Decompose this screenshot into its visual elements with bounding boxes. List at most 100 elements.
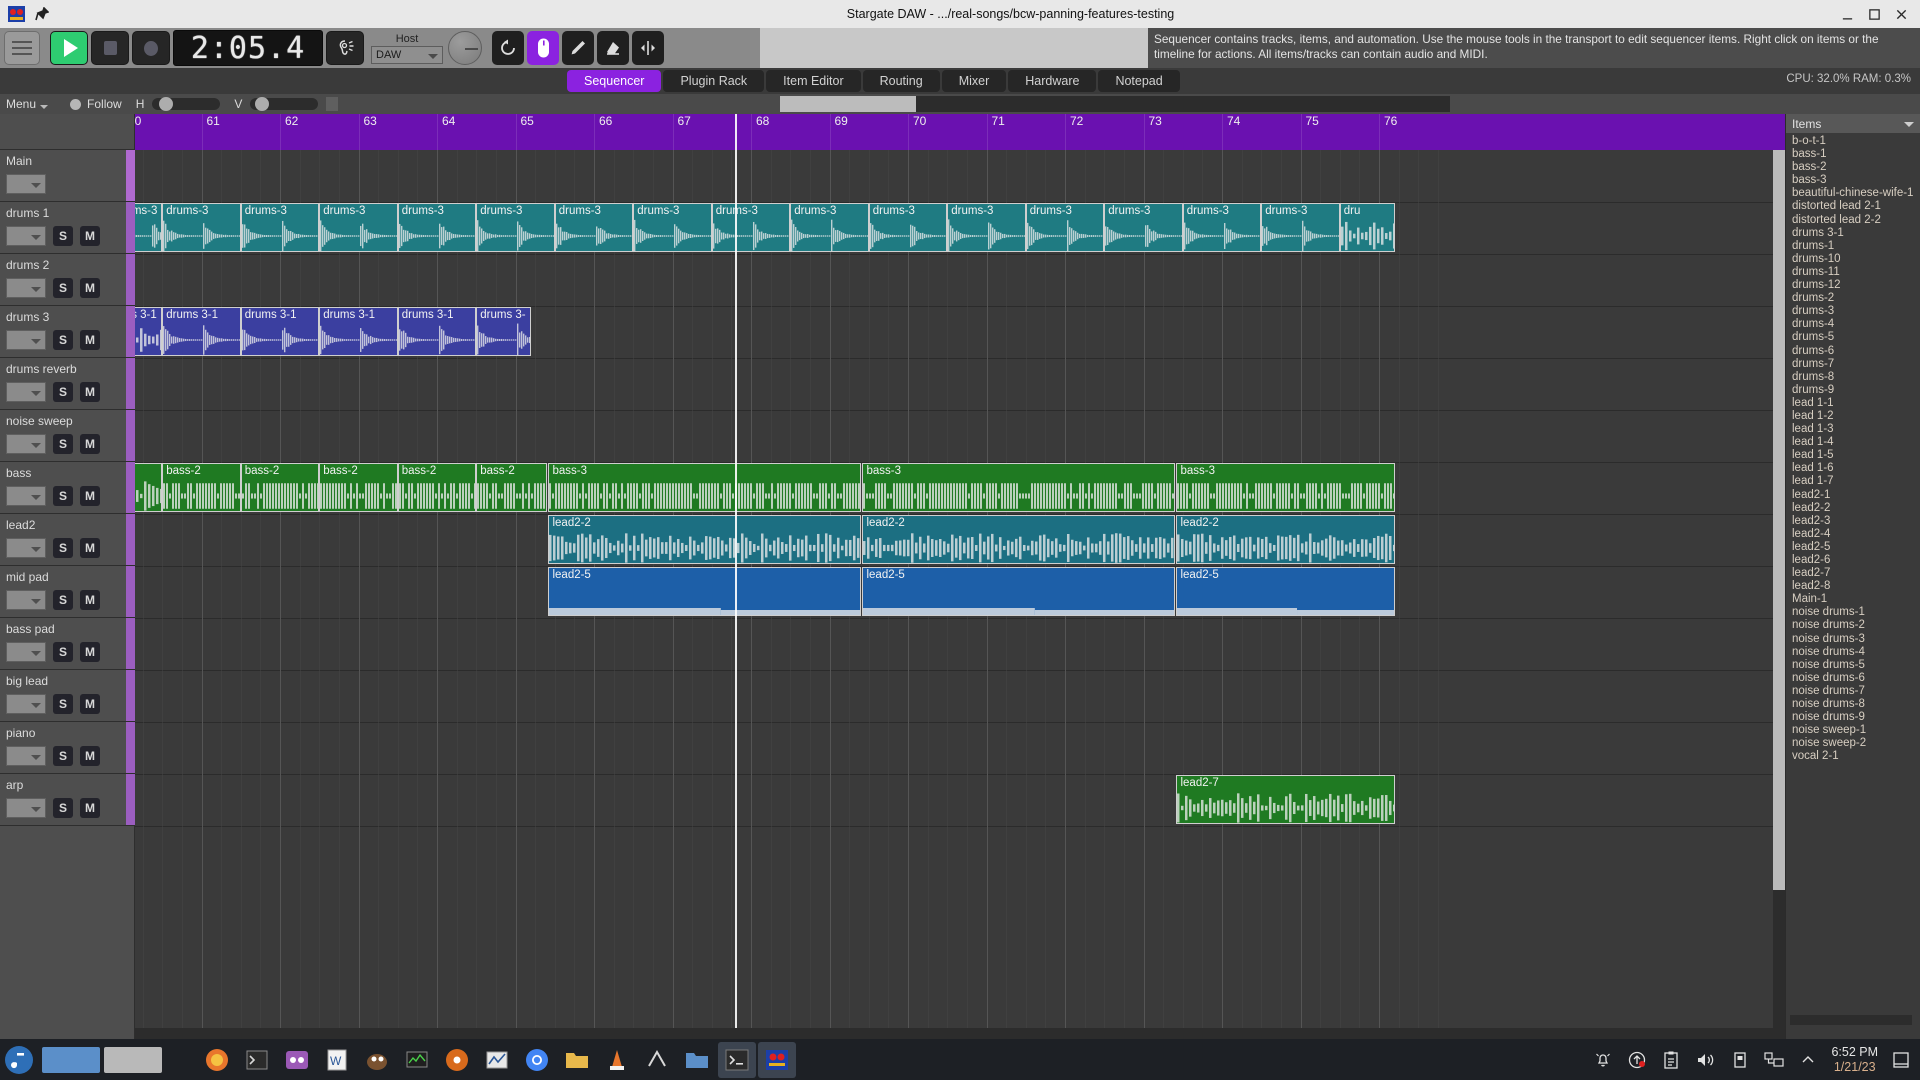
sequencer-clip[interactable]: s-2 xyxy=(135,463,163,512)
items-list-item[interactable]: drums-10 xyxy=(1792,253,1920,266)
track-header[interactable]: drums 1SM xyxy=(0,202,135,254)
items-list-item[interactable]: noise drums-2 xyxy=(1792,619,1920,632)
sequencer-hscrollbar[interactable] xyxy=(135,1028,1785,1039)
gimp-icon[interactable] xyxy=(358,1042,396,1078)
h-zoom-handle[interactable] xyxy=(158,97,173,111)
items-list-item[interactable]: bass-2 xyxy=(1792,161,1920,174)
track-color-strip[interactable] xyxy=(126,722,135,773)
items-list-item[interactable]: drums-2 xyxy=(1792,292,1920,305)
file-manager-icon[interactable] xyxy=(678,1042,716,1078)
items-list-item[interactable]: drums-7 xyxy=(1792,358,1920,371)
track-solo-button[interactable]: S xyxy=(53,382,73,402)
track-instrument-select[interactable] xyxy=(6,434,46,454)
track-instrument-select[interactable] xyxy=(6,642,46,662)
sequencer-clip[interactable]: drums-3 xyxy=(711,203,791,252)
items-list-item[interactable]: lead 1-5 xyxy=(1792,449,1920,462)
track-mute-button[interactable]: M xyxy=(80,694,100,714)
items-list-item[interactable]: lead 1-3 xyxy=(1792,423,1920,436)
time-display[interactable]: 2:05.4 xyxy=(173,30,323,66)
sequencer-clip[interactable]: drums-3 xyxy=(554,203,634,252)
sequencer-clip[interactable]: ums 3-1 xyxy=(135,307,163,356)
track-solo-button[interactable]: S xyxy=(53,746,73,766)
track-solo-button[interactable]: S xyxy=(53,434,73,454)
sequencer-clip[interactable]: lead2-2 xyxy=(548,515,861,564)
items-list-item[interactable]: lead2-8 xyxy=(1792,580,1920,593)
sequencer-clip[interactable]: bass-3 xyxy=(1176,463,1395,512)
chart-icon[interactable] xyxy=(478,1042,516,1078)
items-list-item[interactable]: noise drums-8 xyxy=(1792,698,1920,711)
track-color-strip[interactable] xyxy=(126,514,135,565)
track-mute-button[interactable]: M xyxy=(80,746,100,766)
items-list-item[interactable]: lead2-5 xyxy=(1792,541,1920,554)
timeline-bar-marker[interactable]: 73 xyxy=(1143,114,1162,150)
minimize-icon[interactable] xyxy=(1841,8,1854,21)
timeline-bar-marker[interactable]: 69 xyxy=(829,114,848,150)
sequencer-clip[interactable]: drums-3 xyxy=(790,203,869,252)
sequencer-clip[interactable]: drums 3- xyxy=(476,307,532,356)
tab-mixer[interactable]: Mixer xyxy=(941,70,1007,92)
track-header[interactable]: arp S M xyxy=(0,774,135,826)
stop-button[interactable] xyxy=(91,31,129,65)
track-color-strip[interactable] xyxy=(126,358,135,409)
sequencer-clip[interactable]: drums 3-1 xyxy=(162,307,241,356)
timeline-bar-marker[interactable]: 72 xyxy=(1065,114,1083,150)
items-scrollbar[interactable] xyxy=(1790,1015,1912,1025)
track-instrument-select[interactable] xyxy=(6,174,46,194)
folder-yellow-icon[interactable] xyxy=(558,1042,596,1078)
items-list-item[interactable]: drums-1 xyxy=(1792,240,1920,253)
sequencer-clip[interactable]: lead2-7 xyxy=(1176,775,1395,824)
track-instrument-select[interactable] xyxy=(6,694,46,714)
timeline-bar-marker[interactable]: 60 xyxy=(135,114,141,150)
track-color-strip[interactable] xyxy=(126,566,135,617)
monitor-icon[interactable] xyxy=(398,1042,436,1078)
host-select[interactable]: DAW xyxy=(371,45,443,64)
items-list-item[interactable]: drums-4 xyxy=(1792,318,1920,331)
track-color-strip[interactable] xyxy=(126,462,135,513)
update-arrow-icon[interactable] xyxy=(1627,1050,1647,1070)
show-desktop-icon[interactable] xyxy=(1892,1051,1910,1069)
timeline-bar-marker[interactable]: 62 xyxy=(280,114,298,150)
vlc-icon[interactable] xyxy=(598,1042,636,1078)
track-instrument-select[interactable] xyxy=(6,590,46,610)
sequencer-grid[interactable]: drums-3 drums-3 drums-3 drums-3 drums-3 drums… xyxy=(135,150,1785,1039)
volume-icon[interactable] xyxy=(1695,1050,1717,1070)
track-instrument-select[interactable] xyxy=(6,746,46,766)
items-list-item[interactable]: lead2-2 xyxy=(1792,502,1920,515)
sequencer-clip[interactable]: drums-3 xyxy=(162,203,241,252)
track-mute-button[interactable]: M xyxy=(80,538,100,558)
track-header[interactable]: big lead S M xyxy=(0,670,135,722)
follow-radio[interactable] xyxy=(70,98,82,110)
track-header[interactable]: mid pad S M xyxy=(0,566,135,618)
track-solo-button[interactable]: S xyxy=(53,486,73,506)
track-mute-button[interactable]: M xyxy=(80,798,100,818)
timeline-bar-marker[interactable]: 70 xyxy=(908,114,926,150)
track-solo-button[interactable]: S xyxy=(53,694,73,714)
stargate-daw-icon[interactable] xyxy=(758,1041,796,1078)
track-header[interactable]: drums 2SM xyxy=(0,254,135,306)
track-mute-button[interactable]: M xyxy=(80,226,100,246)
window-preview-2[interactable] xyxy=(104,1046,162,1073)
firefox-icon[interactable] xyxy=(198,1042,236,1078)
track-color-strip[interactable] xyxy=(126,150,135,201)
sequencer-clip[interactable]: drums-3 xyxy=(1182,203,1262,252)
track-mute-button[interactable]: M xyxy=(80,642,100,662)
split-tool-button[interactable] xyxy=(632,31,664,65)
items-panel-header[interactable]: Items xyxy=(1786,114,1920,133)
items-list-item[interactable]: bass-3 xyxy=(1792,174,1920,187)
playhead[interactable] xyxy=(735,114,738,1039)
items-list-item[interactable]: noise drums-7 xyxy=(1792,685,1920,698)
notifications-bell-icon[interactable] xyxy=(1593,1050,1613,1070)
sequencer-clip[interactable]: bass-2 xyxy=(476,463,547,512)
toolbar-square-button[interactable] xyxy=(326,97,339,111)
items-list-item[interactable]: noise drums-1 xyxy=(1792,606,1920,619)
items-list-item[interactable]: lead 1-4 xyxy=(1792,436,1920,449)
track-color-strip[interactable] xyxy=(126,774,135,825)
sequencer-clip[interactable]: drums 3-1 xyxy=(319,307,398,356)
items-list-item[interactable]: noise drums-4 xyxy=(1792,646,1920,659)
track-color-strip[interactable] xyxy=(126,618,135,669)
items-list-item[interactable]: vocal 2-1 xyxy=(1792,750,1920,763)
items-list-item[interactable]: noise sweep-1 xyxy=(1792,724,1920,737)
items-list-item[interactable]: drums-3 xyxy=(1792,305,1920,318)
media-icon[interactable] xyxy=(278,1042,316,1078)
items-list-item[interactable]: lead2-7 xyxy=(1792,567,1920,580)
